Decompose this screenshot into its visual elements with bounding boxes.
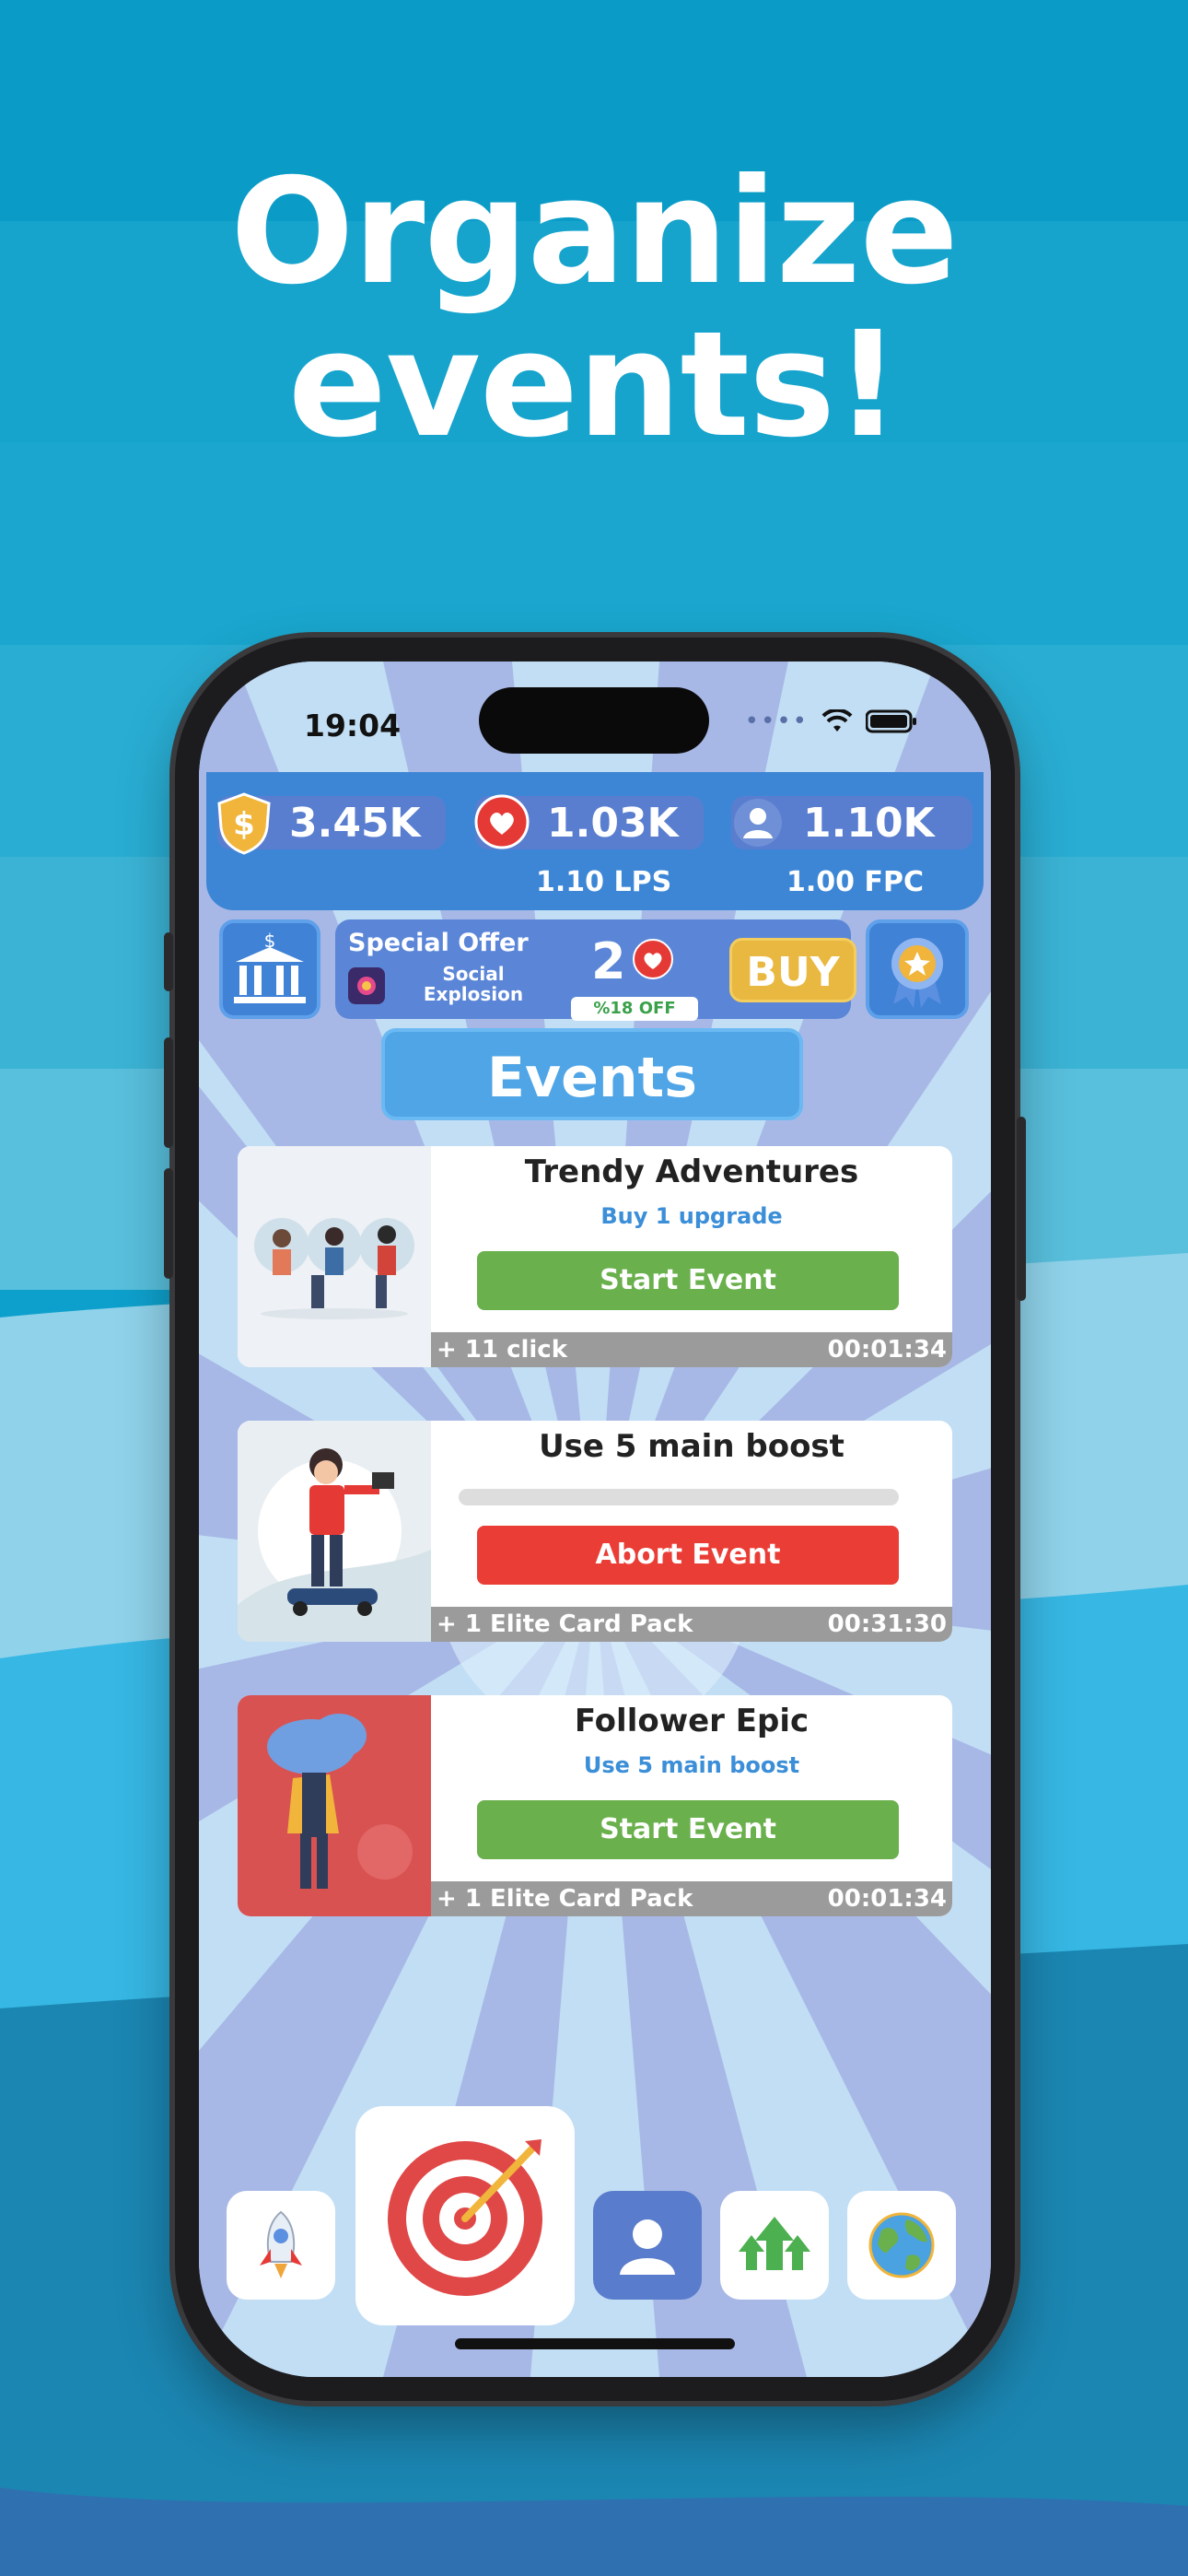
offer-discount: %18 OFF (571, 997, 698, 1021)
event-title: Follower Epic (574, 1703, 809, 1739)
achievements-button[interactable] (866, 919, 969, 1019)
profile-icon (620, 2219, 675, 2275)
event-reward: + 1 Elite Card Pack (437, 1885, 693, 1913)
phone-volume-down (164, 1168, 173, 1279)
event-title: Trendy Adventures (524, 1153, 859, 1190)
event-timer: 00:31:30 (827, 1610, 947, 1638)
start-event-button[interactable]: Start Event (477, 1800, 899, 1859)
svg-text:$: $ (233, 806, 255, 843)
abort-event-button[interactable]: Abort Event (477, 1526, 899, 1585)
heart-icon (474, 794, 530, 849)
stat-followers: 1.10K (731, 796, 973, 849)
likes-per-second: 1.10 LPS (536, 866, 672, 898)
stat-likes: 1.03K (474, 794, 704, 849)
offer-name: Social Explosion (423, 963, 524, 1005)
nav-events[interactable] (355, 2106, 575, 2325)
event-card: Trendy Adventures Buy 1 upgrade Start Ev… (238, 1146, 952, 1367)
offer-title: Special Offer (348, 929, 529, 957)
money-shield-icon: $ (217, 792, 271, 855)
award-ribbon-icon (891, 938, 943, 1008)
status-icons: •••• (745, 708, 917, 735)
social-explosion-pack-icon (348, 967, 385, 1004)
phone-mute-switch (164, 932, 173, 991)
stat-likes-value: 1.03K (547, 799, 679, 847)
event-reward: + 11 click (437, 1336, 568, 1364)
event-card: Use 5 main boost Abort Event + 1 Elite C… (238, 1421, 952, 1642)
status-time: 19:04 (304, 708, 402, 744)
target-icon (388, 2139, 542, 2296)
phone-volume-up (164, 1037, 173, 1148)
event-trendy-adventures-image (238, 1146, 431, 1367)
nav-rocket[interactable] (227, 2191, 335, 2300)
event-progress-bar (459, 1489, 899, 1505)
event-reward: + 1 Elite Card Pack (437, 1610, 693, 1638)
bank-icon: $ (234, 930, 306, 1003)
phone-power-button (1017, 1117, 1026, 1301)
battery-icon (866, 709, 916, 733)
events-title: Events (381, 1028, 803, 1120)
bank-button[interactable]: $ (219, 919, 320, 1019)
event-main-boost-image (238, 1421, 431, 1642)
event-footer: + 1 Elite Card Pack 00:01:34 (431, 1881, 952, 1916)
event-footer: + 1 Elite Card Pack 00:31:30 (431, 1607, 952, 1642)
offer-heart-icon (633, 939, 673, 979)
headline: Organize events! (0, 147, 1188, 470)
headline-line1: Organize (230, 147, 959, 317)
headline-line2: events! (287, 299, 901, 470)
event-card: Follower Epic Use 5 main boost Start Eve… (238, 1695, 952, 1916)
rocket-icon (260, 2210, 302, 2278)
stat-followers-value: 1.10K (803, 799, 935, 847)
upgrade-arrows-icon (739, 2217, 810, 2270)
stat-money-value: 3.45K (289, 799, 421, 847)
followers-per-click: 1.00 FPC (786, 866, 924, 898)
event-title: Use 5 main boost (539, 1428, 844, 1465)
nav-world[interactable] (847, 2191, 956, 2300)
nav-upgrades[interactable] (720, 2191, 829, 2300)
event-timer: 00:01:34 (827, 1885, 947, 1913)
event-footer: + 11 click 00:01:34 (431, 1332, 952, 1367)
wifi-icon (821, 709, 853, 732)
app-screen: 19:04 •••• $ 3.45K 1.03K 1.10K 1.10 LPS … (199, 662, 991, 2377)
offer-amount: 2 (591, 932, 626, 990)
event-subtitle: Use 5 main boost (583, 1752, 800, 1778)
phone-frame: 19:04 •••• $ 3.45K 1.03K 1.10K 1.10 LPS … (164, 638, 1026, 2401)
signal-icon: •••• (744, 708, 809, 735)
buy-button[interactable]: BUY (729, 938, 856, 1002)
event-follower-epic-image (238, 1695, 431, 1916)
follower-icon (734, 799, 782, 847)
globe-icon (868, 2212, 935, 2278)
nav-profile[interactable] (593, 2191, 702, 2300)
dynamic-island (479, 687, 709, 754)
special-offer-panel: Special Offer Social Explosion 2 %18 OFF… (335, 919, 856, 1021)
start-event-button[interactable]: Start Event (477, 1251, 899, 1310)
event-subtitle: Buy 1 upgrade (600, 1203, 783, 1229)
event-timer: 00:01:34 (827, 1336, 947, 1364)
home-indicator[interactable] (455, 2338, 735, 2349)
stat-money: $ 3.45K (217, 792, 446, 855)
